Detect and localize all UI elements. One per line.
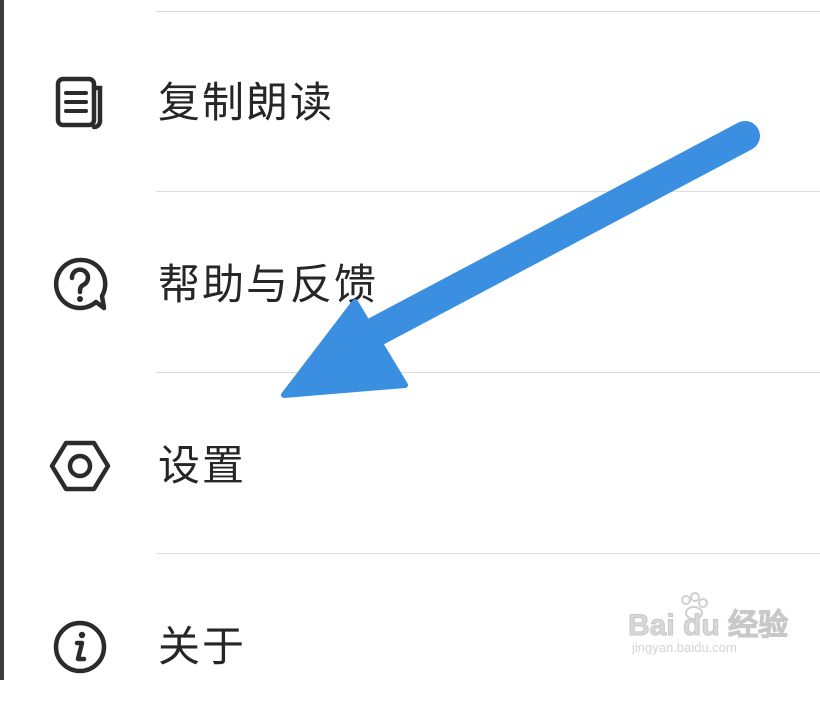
menu-item-label: 帮助与反馈 — [158, 260, 379, 309]
document-copy-icon — [48, 70, 112, 134]
menu-item-help-feedback[interactable]: 帮助与反馈 — [0, 222, 820, 342]
help-feedback-icon — [48, 252, 112, 316]
menu-item-label: 关于 — [158, 622, 247, 671]
menu-item-about[interactable]: 关于 — [0, 584, 820, 704]
menu-divider — [156, 553, 820, 554]
menu-item-settings[interactable]: 设置 — [0, 403, 820, 523]
menu-divider — [156, 11, 820, 12]
menu-item-copy-read-aloud[interactable]: 复制朗读 — [0, 42, 820, 162]
menu-item-label: 设置 — [158, 441, 247, 490]
menu-item-label: 复制朗读 — [158, 78, 335, 127]
settings-hexagon-icon — [48, 433, 112, 497]
menu-divider — [156, 191, 820, 192]
menu-divider — [156, 372, 820, 373]
info-icon — [48, 614, 112, 678]
